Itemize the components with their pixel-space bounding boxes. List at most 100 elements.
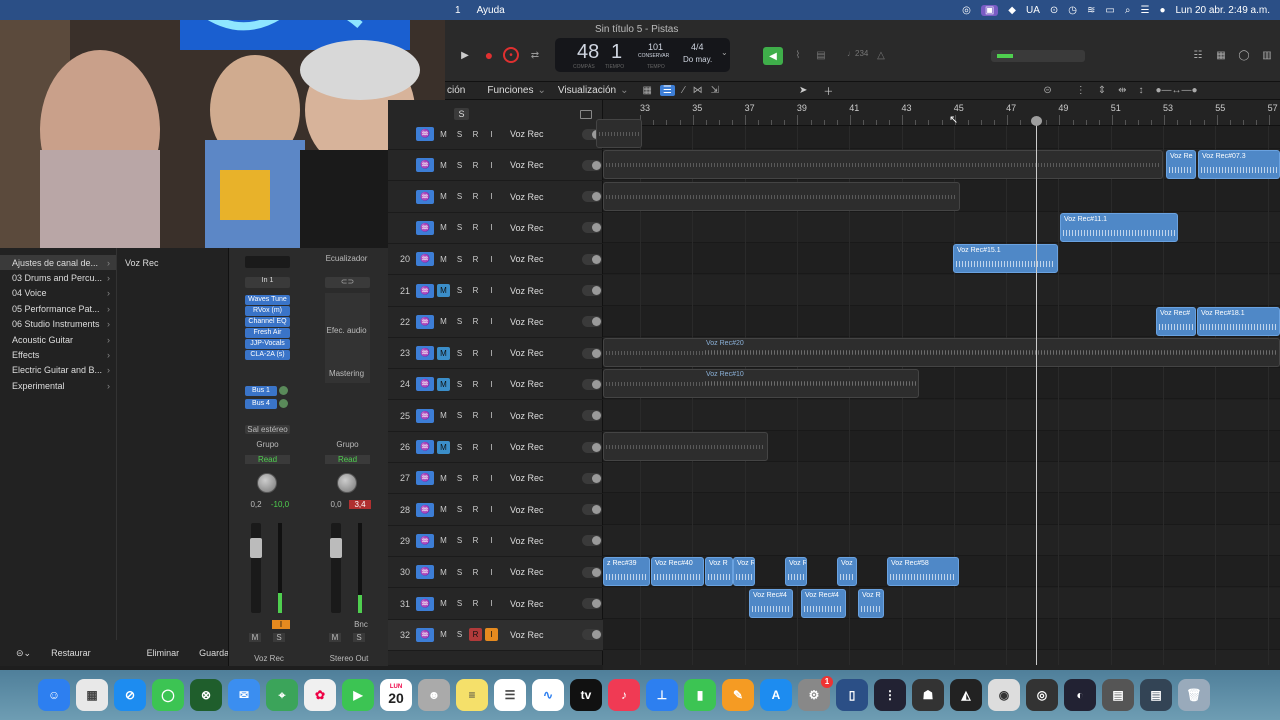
obs-icon[interactable]: ◐ — [1064, 679, 1096, 711]
messages-icon[interactable]: ◯ — [152, 679, 184, 711]
track-on-toggle[interactable] — [582, 410, 602, 422]
audio-region[interactable]: Voz Re — [1166, 150, 1196, 180]
track-on-toggle[interactable] — [582, 159, 602, 171]
photos-icon[interactable]: ✿ — [304, 679, 336, 711]
library-category-item[interactable]: Ajustes de canal de... — [0, 255, 116, 271]
record-enable-button[interactable]: R — [469, 503, 482, 516]
solo-button[interactable]: S — [273, 633, 285, 642]
appletv-icon[interactable]: tv — [570, 679, 602, 711]
xbox-icon[interactable]: ⊗ — [190, 679, 222, 711]
waveform-app-icon[interactable]: ⋮ — [874, 679, 906, 711]
track-name[interactable]: Voz Rec — [510, 254, 582, 264]
track-on-toggle[interactable] — [582, 253, 602, 265]
audio-region[interactable]: Voz R — [733, 557, 755, 587]
track-header[interactable]: 24 ♒ M S R I Voz Rec — [388, 369, 603, 401]
plugin-slot-3[interactable]: Channel EQ — [245, 317, 290, 327]
track-lane[interactable] — [603, 524, 1280, 556]
track-on-toggle[interactable] — [582, 598, 602, 609]
metronome-icon[interactable]: △ — [873, 47, 889, 63]
audio-region[interactable]: Voz R — [705, 557, 733, 587]
track-lane[interactable] — [603, 462, 1280, 494]
track-on-toggle[interactable] — [582, 566, 602, 578]
appstore-icon[interactable]: A — [760, 679, 792, 711]
mute-button[interactable]: M — [329, 633, 341, 642]
send-knob-1[interactable] — [279, 386, 288, 395]
track-name[interactable]: Voz Rec — [510, 567, 582, 577]
waveform-zoom-icon[interactable]: ⋮ — [1076, 85, 1086, 96]
input-monitor-button[interactable]: I — [485, 441, 498, 454]
audio-region[interactable]: Voz — [837, 557, 857, 587]
menu-item-help[interactable]: Ayuda — [477, 5, 505, 16]
speaker-icon[interactable]: ◀ — [763, 47, 783, 65]
track-on-toggle[interactable] — [582, 504, 602, 516]
track-name[interactable]: Voz Rec — [510, 348, 582, 358]
score-icon[interactable]: ▤ — [813, 47, 829, 63]
input-monitor-button[interactable]: I — [485, 409, 498, 422]
list-view-icon[interactable]: ☰ — [659, 85, 675, 96]
mute-button[interactable]: M — [437, 284, 450, 297]
record-enable-button[interactable]: R — [469, 378, 482, 391]
ua-status[interactable]: UA — [1026, 5, 1040, 16]
track-header[interactable]: 30 ♒ M S R I Voz Rec — [388, 557, 603, 589]
record-enable-button[interactable]: R — [469, 347, 482, 360]
contacts-icon[interactable]: ☻ — [418, 679, 450, 711]
playhead[interactable] — [1031, 116, 1042, 665]
input-monitor-button[interactable]: I — [485, 159, 498, 172]
track-header[interactable]: 22 ♒ M S R I Voz Rec — [388, 307, 603, 338]
window-thumbnail-2[interactable]: ▤ — [1140, 679, 1172, 711]
audio-region[interactable]: Voz Rec#20 — [703, 338, 1280, 367]
audio-region[interactable]: Voz Rec#4 — [749, 588, 793, 618]
battery-icon[interactable]: ▭ — [1105, 5, 1114, 16]
flex-icon[interactable]: ⋈ — [693, 85, 703, 96]
solo-button[interactable]: S — [453, 315, 466, 328]
audio-region[interactable] — [596, 119, 642, 148]
mastering-label[interactable]: Mastering — [319, 369, 374, 378]
bounce-button[interactable]: Bnc — [352, 620, 370, 629]
solo-button[interactable]: S — [453, 347, 466, 360]
automation-mode[interactable]: Read — [325, 455, 370, 464]
audio-app-icon[interactable]: ◉ — [988, 679, 1020, 711]
facetime-icon[interactable]: ▶ — [342, 679, 374, 711]
mute-button[interactable]: M — [437, 534, 450, 547]
lcd-key[interactable]: Do may. — [683, 55, 712, 64]
eq-thumbnail[interactable] — [245, 256, 290, 268]
lcd-signature[interactable]: 4/4 — [691, 42, 704, 52]
track-lane[interactable] — [603, 494, 1280, 525]
track-name[interactable]: Voz Rec — [510, 630, 582, 640]
mute-button[interactable]: M — [437, 221, 450, 234]
search-icon[interactable]: ⌕ — [1125, 5, 1131, 16]
volume-fader-cap[interactable] — [250, 538, 262, 558]
track-name[interactable]: Voz Rec — [510, 129, 582, 139]
audio-region[interactable]: Voz Rec# — [1156, 306, 1196, 336]
replace-record-button[interactable]: • — [503, 47, 519, 63]
input-monitor-button[interactable]: I — [485, 128, 498, 141]
lcd-tempo[interactable]: 101 — [648, 42, 663, 52]
plugin-slot-4[interactable]: Fresh Air — [245, 328, 290, 338]
record-enable-button[interactable]: R — [469, 628, 482, 642]
zoom-slider[interactable]: ●—↔—● — [1156, 85, 1198, 96]
track-header[interactable]: ♒ M S R I Voz Rec — [388, 213, 603, 244]
automation-mode[interactable]: Read — [245, 455, 290, 464]
music-icon[interactable]: ♪ — [608, 679, 640, 711]
solo-button[interactable]: S — [453, 284, 466, 297]
mute-button[interactable]: M — [249, 633, 261, 642]
record-enable-button[interactable]: R — [469, 284, 482, 297]
safari-icon[interactable]: ⊘ — [114, 679, 146, 711]
record-enable-button[interactable]: R — [469, 472, 482, 485]
reminders-icon[interactable]: ☰ — [494, 679, 526, 711]
audio-region[interactable]: Voz R — [785, 557, 807, 587]
solo-button[interactable]: S — [453, 597, 466, 610]
track-on-toggle[interactable] — [582, 347, 602, 359]
volume-fader-cap[interactable] — [330, 538, 342, 558]
track-on-toggle[interactable] — [582, 378, 602, 390]
output-slot[interactable]: Sal estéreo — [245, 425, 290, 434]
disk-utility-icon[interactable]: ◎ — [1026, 679, 1058, 711]
track-header[interactable]: ♒ M S R I Voz Rec — [388, 150, 603, 182]
list-editors-icon[interactable]: ☷ — [1190, 47, 1206, 63]
plugin-slot-5[interactable]: JJP-Vocals — [245, 339, 290, 349]
audio-region[interactable]: Voz Rec#18.1 — [1197, 306, 1280, 336]
loops-icon[interactable]: ◯ — [1236, 47, 1252, 63]
track-on-toggle[interactable] — [582, 316, 602, 328]
input-monitor-button[interactable]: I — [485, 503, 498, 516]
library-category-item[interactable]: Experimental — [0, 378, 116, 393]
